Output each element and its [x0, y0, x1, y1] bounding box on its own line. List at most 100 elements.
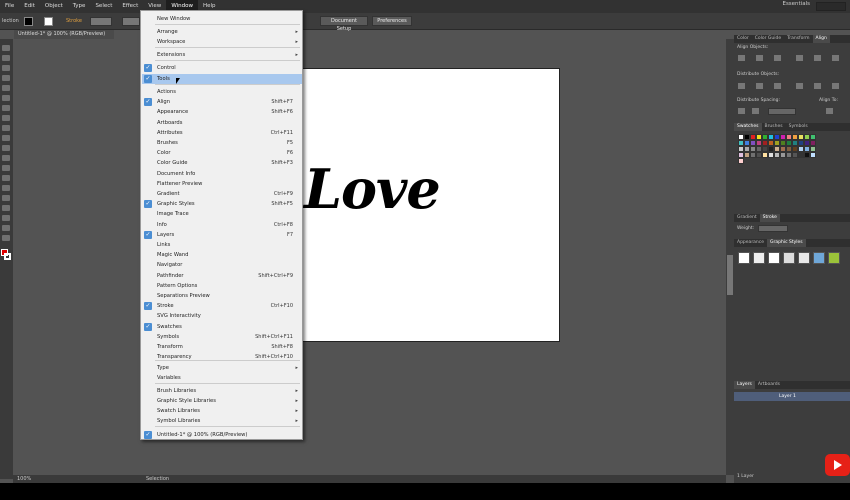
menu-object[interactable]: Object	[40, 0, 68, 13]
distribute-vcenter-icon[interactable]	[756, 83, 763, 89]
document-tab[interactable]: Untitled-1* @ 100% (RGB/Preview)	[14, 30, 114, 39]
tab-stroke[interactable]: Stroke	[759, 214, 780, 222]
tab-appearance[interactable]: Appearance	[734, 239, 767, 247]
menu-item-flattener-preview[interactable]: Flattener Preview	[142, 179, 302, 189]
align-left-icon[interactable]	[738, 55, 745, 61]
distribute-right-icon[interactable]	[832, 83, 839, 89]
direct-selection-tool-icon[interactable]	[2, 55, 10, 61]
shape-builder-tool-icon[interactable]	[2, 185, 10, 191]
eyedropper-tool-icon[interactable]	[2, 215, 10, 221]
menu-item-svg-interactivity[interactable]: SVG Interactivity	[142, 311, 302, 321]
free-transform-tool-icon[interactable]	[2, 175, 10, 181]
graphic-style-6[interactable]	[813, 252, 825, 264]
tab-brushes[interactable]: Brushes	[762, 123, 786, 131]
menu-item-links[interactable]: Links	[142, 240, 302, 250]
menu-item-symbol-libraries[interactable]: Symbol Libraries ▸	[142, 416, 302, 426]
tab-transform[interactable]: Transform	[784, 35, 812, 43]
tab-align[interactable]: Align	[812, 35, 830, 43]
menu-item-separations-preview[interactable]: Separations Preview	[142, 291, 302, 301]
fill-swatch[interactable]	[24, 17, 33, 26]
gradient-tool-icon[interactable]	[2, 205, 10, 211]
graphic-style-default[interactable]	[738, 252, 750, 264]
menu-item-stroke[interactable]: ✓ Stroke Ctrl+F10	[142, 301, 302, 311]
menu-item-magic-wand[interactable]: Magic Wand	[142, 250, 302, 260]
menu-item-align[interactable]: ✓ Align Shift+F7	[142, 97, 302, 107]
menu-item-pathfinder[interactable]: Pathfinder Shift+Ctrl+F9	[142, 271, 302, 281]
distribute-left-icon[interactable]	[796, 83, 803, 89]
menu-item-attributes[interactable]: Attributes Ctrl+F11	[142, 128, 302, 138]
graphic-style-2[interactable]	[753, 252, 765, 264]
vertical-scrollbar[interactable]	[726, 39, 734, 475]
color-swatch[interactable]	[738, 158, 744, 164]
graphic-style-4[interactable]	[783, 252, 795, 264]
menu-item-swatch-libraries[interactable]: Swatch Libraries ▸	[142, 406, 302, 416]
hand-tool-icon[interactable]	[2, 225, 10, 231]
rectangle-tool-icon[interactable]	[2, 105, 10, 111]
swatch-grid[interactable]	[738, 134, 818, 164]
menu-file[interactable]: File	[0, 0, 19, 13]
menu-item-tools[interactable]: ✓ Tools	[142, 74, 302, 84]
menu-item-graphic-styles[interactable]: ✓ Graphic Styles Shift+F5	[142, 199, 302, 209]
preferences-button[interactable]: Preferences	[372, 16, 412, 26]
menu-item-transform[interactable]: Transform Shift+F8	[142, 342, 302, 352]
mesh-tool-icon[interactable]	[2, 195, 10, 201]
menu-item-appearance[interactable]: Appearance Shift+F6	[142, 107, 302, 117]
menu-item-control[interactable]: ✓ Control	[142, 63, 302, 73]
menu-item-color[interactable]: Color F6	[142, 148, 302, 158]
menu-item-brushes[interactable]: Brushes F5	[142, 138, 302, 148]
tab-artboards[interactable]: Artboards	[755, 381, 783, 389]
menu-item-navigator[interactable]: Navigator	[142, 260, 302, 270]
tab-graphic-styles[interactable]: Graphic Styles	[767, 239, 806, 247]
help-search-input[interactable]	[816, 2, 846, 11]
distribute-top-icon[interactable]	[738, 83, 745, 89]
love-artwork-text[interactable]: Love	[304, 157, 441, 221]
tab-swatches[interactable]: Swatches	[734, 123, 762, 131]
spacing-vertical-icon[interactable]	[738, 108, 745, 114]
align-right-icon[interactable]	[774, 55, 781, 61]
line-tool-icon[interactable]	[2, 95, 10, 101]
tab-gradient[interactable]: Gradient	[734, 214, 760, 222]
stroke-label[interactable]: Stroke	[66, 17, 82, 26]
eraser-tool-icon[interactable]	[2, 135, 10, 141]
workspace-switcher[interactable]: Essentials	[782, 1, 810, 7]
menu-item-layers[interactable]: ✓ Layers F7	[142, 230, 302, 240]
menu-item-symbols[interactable]: Symbols Shift+Ctrl+F11	[142, 332, 302, 342]
menu-item-color-guide[interactable]: Color Guide Shift+F3	[142, 158, 302, 168]
align-top-icon[interactable]	[796, 55, 803, 61]
graphic-style-7[interactable]	[828, 252, 840, 264]
menu-item-workspace[interactable]: Workspace ▸	[142, 37, 302, 47]
menu-item-info[interactable]: Info Ctrl+F8	[142, 220, 302, 230]
color-swatch[interactable]	[810, 152, 816, 158]
scrollbar-thumb[interactable]	[727, 255, 733, 295]
menu-item-graphic-style-libraries[interactable]: Graphic Style Libraries ▸	[142, 396, 302, 406]
pencil-tool-icon[interactable]	[2, 125, 10, 131]
zoom-tool-icon[interactable]	[2, 235, 10, 241]
tab-color-guide[interactable]: Color Guide	[752, 35, 784, 43]
menu-item-arrange[interactable]: Arrange ▸	[142, 27, 302, 37]
distribute-hcenter-icon[interactable]	[814, 83, 821, 89]
distribute-bottom-icon[interactable]	[774, 83, 781, 89]
menu-item-image-trace[interactable]: Image Trace	[142, 209, 302, 219]
stroke-weight-field[interactable]	[90, 17, 112, 26]
document-setup-button[interactable]: Document Setup	[320, 16, 368, 32]
tab-layers[interactable]: Layers	[734, 381, 755, 389]
rotate-tool-icon[interactable]	[2, 145, 10, 151]
align-middle-icon[interactable]	[814, 55, 821, 61]
menu-item-actions[interactable]: Actions	[142, 87, 302, 97]
graphic-style-5[interactable]	[798, 252, 810, 264]
stroke-color-icon[interactable]	[4, 253, 11, 260]
menu-item-type[interactable]: Type ▸	[142, 363, 302, 373]
stroke-swatch[interactable]	[44, 17, 53, 26]
menu-select[interactable]: Select	[90, 0, 117, 13]
graphic-style-3[interactable]	[768, 252, 780, 264]
menu-item-gradient[interactable]: Gradient Ctrl+F9	[142, 189, 302, 199]
menu-type[interactable]: Type	[68, 0, 91, 13]
width-tool-icon[interactable]	[2, 165, 10, 171]
menu-item-pattern-options[interactable]: Pattern Options	[142, 281, 302, 291]
menu-edit[interactable]: Edit	[19, 0, 40, 13]
menu-item-untitled-1-100-rgb-preview[interactable]: ✓ Untitled-1* @ 100% (RGB/Preview)	[142, 430, 302, 440]
menu-item-extensions[interactable]: Extensions ▸	[142, 50, 302, 60]
tab-color[interactable]: Color	[734, 35, 752, 43]
artboard[interactable]: Love	[300, 68, 560, 342]
menu-item-artboards[interactable]: Artboards	[142, 118, 302, 128]
